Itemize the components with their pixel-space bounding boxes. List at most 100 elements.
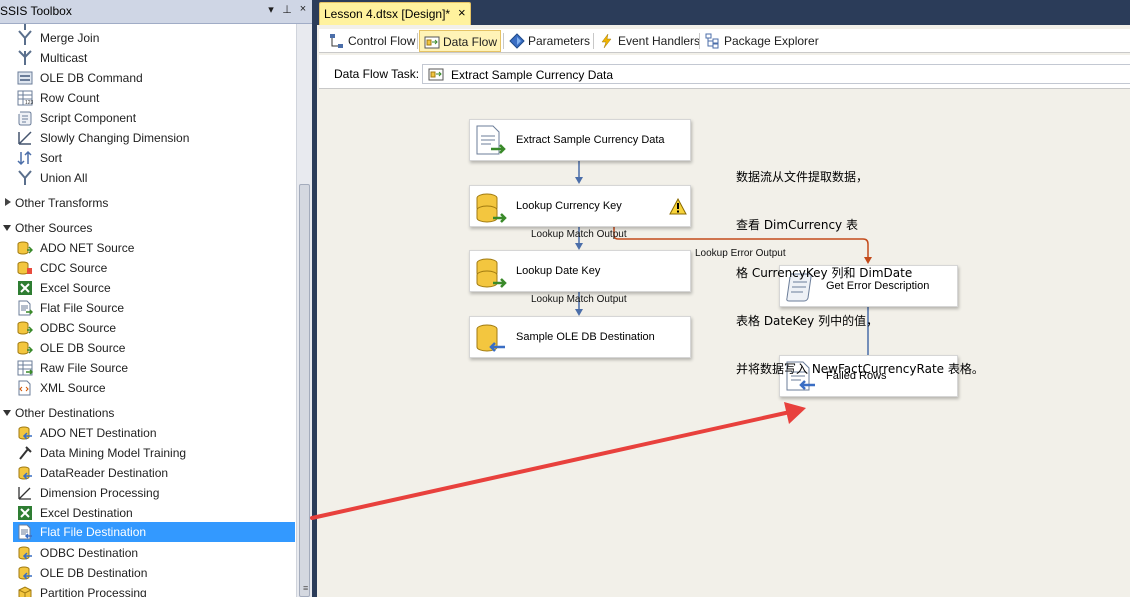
data-mining-model-training-icon	[19, 446, 32, 460]
tab-package-explorer[interactable]: Package Explorer	[701, 30, 819, 52]
toolbox-item-label: Row Count	[40, 91, 100, 105]
document-tab[interactable]: Lesson 4.dtsx [Design]* ×	[319, 2, 471, 25]
data-flow-canvas[interactable]: Extract Sample Currency Data Lookup Curr…	[319, 89, 1130, 597]
toolbox-item-raw-file-source[interactable]: Raw File Source	[0, 358, 296, 378]
document-tab-title: Lesson 4.dtsx [Design]*	[324, 7, 451, 21]
ole-db-destination-icon	[18, 566, 32, 580]
datareader-destination-icon	[18, 466, 32, 480]
data-path-connectors	[575, 161, 872, 382]
flat-file-destination-icon	[18, 524, 32, 540]
sort-icon	[17, 150, 32, 166]
ole-db-source-icon	[17, 341, 33, 355]
toolbox-item-slowly-changing-dimension[interactable]: Slowly Changing Dimension	[0, 128, 296, 148]
toolbox-item-label: Flat File Destination	[40, 525, 147, 539]
toolbox-item-ole-db-source[interactable]: OLE DB Source	[0, 338, 296, 358]
toolbox-item-flat-file-destination[interactable]: Flat File Destination	[13, 522, 295, 542]
toolbox-item-ole-db-command[interactable]: OLE DB Command	[0, 68, 296, 88]
union-all-icon	[18, 170, 32, 185]
toolbox-item-multicast[interactable]: Multicast	[0, 48, 296, 68]
cdc-source-icon	[17, 261, 32, 275]
toolbox-item-label: OLE DB Destination	[40, 566, 148, 580]
toolbox-category-other-transforms[interactable]: Other Transforms	[0, 193, 296, 213]
toolbox-item-datareader-destination[interactable]: DataReader Destination	[0, 463, 296, 483]
toolbox-item-data-mining-model-training[interactable]: Data Mining Model Training	[0, 443, 296, 463]
data-flow-task-select[interactable]: Extract Sample Currency Data	[422, 64, 1130, 84]
toolbox-item-label: ODBC Destination	[40, 546, 139, 560]
scrollbar-thumb[interactable]: ≡	[299, 184, 310, 597]
toolbox-item-cdc-source[interactable]: CDC Source	[0, 258, 296, 278]
toolbox-item-sort[interactable]: Sort	[0, 148, 296, 168]
path-label-lookup-match-output[interactable]: Lookup Match Output	[531, 294, 627, 305]
toolbox-item-label: Slowly Changing Dimension	[40, 131, 190, 145]
toolbox-item-excel-destination[interactable]: Excel Destination	[0, 503, 296, 523]
canvas-annotation[interactable]: 数据流从文件提取数据， 查看 DimCurrency 表 格 CurrencyK…	[736, 137, 984, 409]
tab-label: Data Flow	[443, 35, 498, 49]
toolbox-dropdown-icon[interactable]: ▾	[264, 3, 278, 16]
tab-parameters[interactable]: Parameters	[505, 30, 591, 52]
toolbox-item-row-count[interactable]: 123 Row Count	[0, 88, 296, 108]
toolbox-item-odbc-source[interactable]: ODBC Source	[0, 318, 296, 338]
node-label: Sample OLE DB Destination	[516, 331, 655, 343]
node-sample-ole-db-destination[interactable]: Sample OLE DB Destination	[469, 316, 691, 358]
data-flow-icon	[424, 36, 440, 49]
toolbox-item-ado-net-source[interactable]: ADO NET Source	[0, 238, 296, 258]
toolbox-pin-icon[interactable]: ⊥	[280, 3, 294, 16]
toolbox-item-label: XML Source	[40, 381, 106, 395]
toolbox-item-label: OLE DB Source	[40, 341, 126, 355]
ole-db-destination-icon	[476, 324, 505, 352]
node-lookup-currency-key[interactable]: Lookup Currency Key	[469, 185, 691, 227]
path-arrowhead	[575, 243, 583, 250]
toolbox-scrollbar[interactable]: ≡	[296, 24, 312, 597]
data-flow-task-bar: Data Flow Task: Extract Sample Currency …	[319, 55, 1130, 89]
node-lookup-date-key[interactable]: Lookup Date Key	[469, 250, 691, 292]
collapse-triangle-icon[interactable]	[3, 410, 11, 416]
toolbox-close-icon[interactable]: ×	[296, 3, 310, 15]
toolbox-item-xml-source[interactable]: XML Source	[0, 378, 296, 398]
node-extract-sample-currency-data[interactable]: Extract Sample Currency Data	[469, 119, 691, 161]
package-explorer-icon	[705, 33, 719, 49]
control-flow-icon	[330, 34, 343, 48]
tab-event-handlers[interactable]: Event Handlers	[595, 30, 700, 52]
document-window: Lesson 4.dtsx [Design]* × Control Flow D…	[317, 0, 1130, 597]
toolbox-item-script-component[interactable]: Script Component	[0, 108, 296, 128]
warning-icon[interactable]	[669, 198, 687, 215]
path-label-lookup-match-output[interactable]: Lookup Match Output	[531, 229, 627, 240]
node-label: Lookup Currency Key	[516, 200, 622, 212]
toolbox-item-label: Script Component	[40, 111, 137, 125]
annotation-line: 格 CurrencyKey 列和 DimDate	[736, 266, 913, 280]
toolbox-item-label: ADO NET Source	[40, 241, 135, 255]
collapse-triangle-icon[interactable]	[3, 225, 11, 231]
flat-file-source-icon	[476, 125, 506, 155]
toolbox-item-ado-net-destination[interactable]: ADO NET Destination	[0, 423, 296, 443]
node-label: Extract Sample Currency Data	[516, 134, 665, 146]
tab-separator	[593, 33, 594, 49]
ado-net-source-icon	[17, 241, 33, 255]
toolbox-item-flat-file-source[interactable]: Flat File Source	[0, 298, 296, 318]
lookup-icon	[476, 193, 507, 223]
toolbox-category-label: Other Transforms	[15, 196, 109, 210]
toolbox-item-dimension-processing[interactable]: Dimension Processing	[0, 483, 296, 503]
toolbox-item-odbc-destination[interactable]: ODBC Destination	[0, 543, 296, 563]
tab-label: Control Flow	[348, 34, 416, 48]
toolbox-item-union-all[interactable]: Union All	[0, 168, 296, 188]
annotation-line: 表格 DateKey 列中的值，	[736, 314, 879, 328]
annotation-line: 查看 DimCurrency 表	[736, 218, 858, 232]
excel-destination-icon	[18, 506, 32, 520]
toolbox-item-partition-processing[interactable]: Partition Processing	[0, 583, 296, 597]
xml-source-icon	[18, 380, 31, 396]
row-count-icon: 123	[17, 90, 33, 106]
toolbox-item-merge-join[interactable]: Merge Join	[0, 28, 296, 48]
parameters-icon	[509, 33, 525, 49]
toolbox-category-other-sources[interactable]: Other Sources	[0, 218, 296, 238]
tab-data-flow[interactable]: Data Flow	[419, 30, 501, 52]
node-label: Lookup Date Key	[516, 265, 601, 277]
close-tab-icon[interactable]: ×	[458, 5, 466, 20]
toolbox-item-excel-source[interactable]: Excel Source	[0, 278, 296, 298]
toolbox-category-other-destinations[interactable]: Other Destinations	[0, 403, 296, 423]
expand-triangle-icon[interactable]	[5, 198, 11, 206]
tab-control-flow[interactable]: Control Flow	[325, 30, 415, 52]
toolbox-item-ole-db-destination[interactable]: OLE DB Destination	[0, 563, 296, 583]
toolbox-item-label: Multicast	[40, 51, 88, 65]
path-arrowhead	[575, 177, 583, 184]
toolbox-item-label: Flat File Source	[40, 301, 125, 315]
